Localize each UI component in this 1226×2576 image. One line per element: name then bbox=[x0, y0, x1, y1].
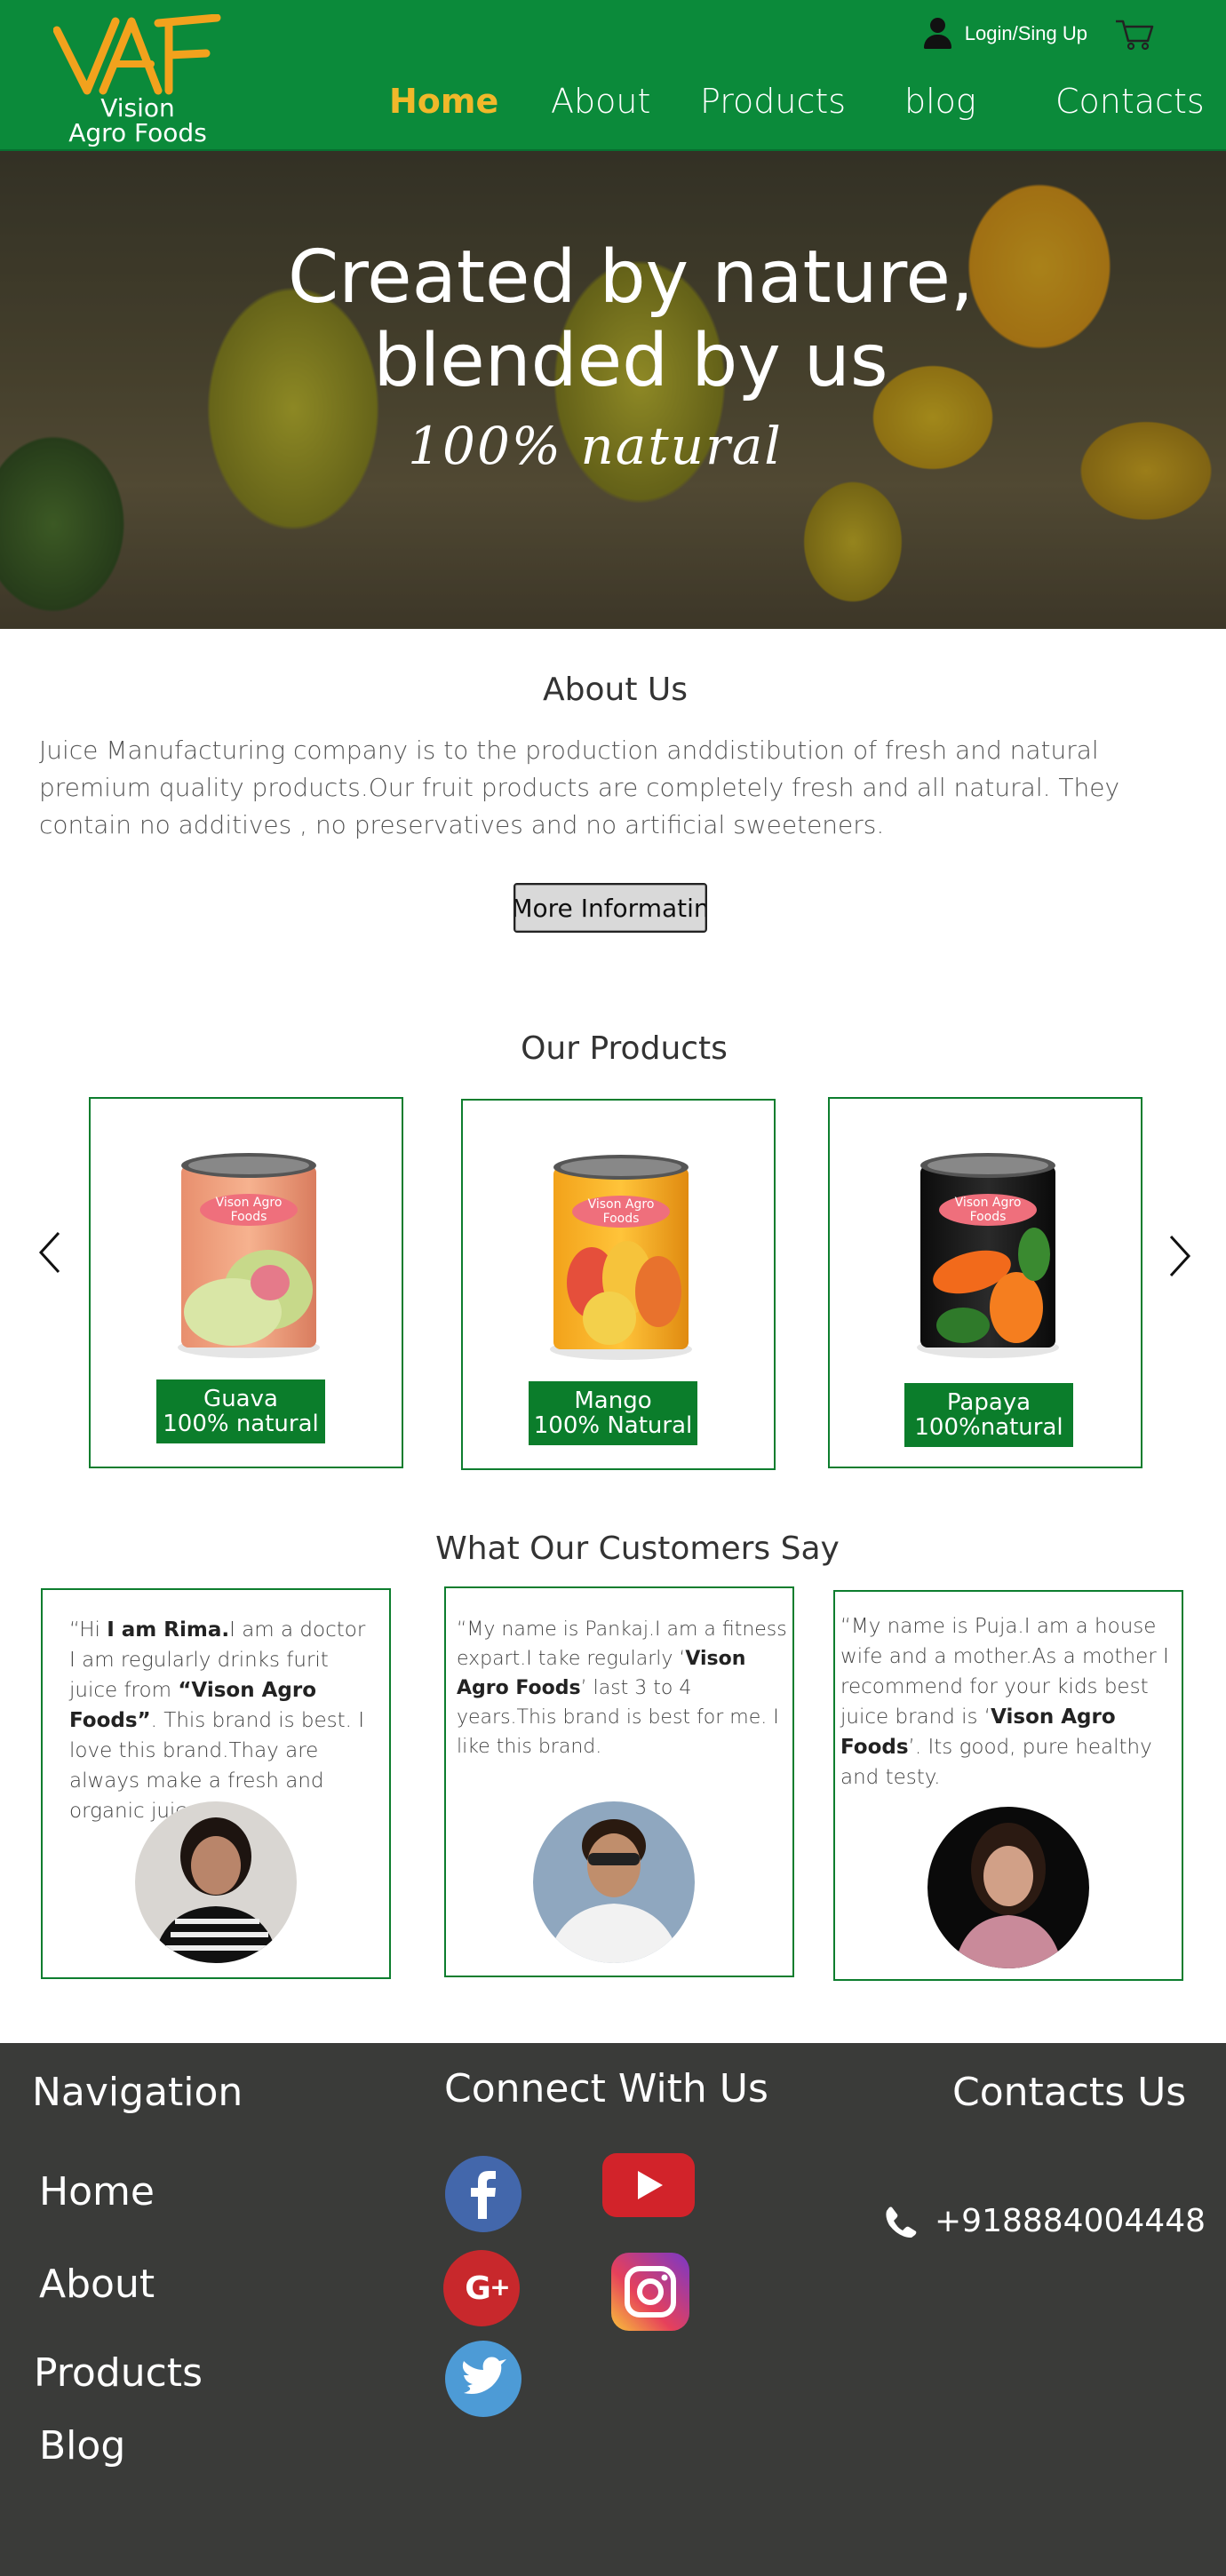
product-name: Papaya bbox=[946, 1389, 1031, 1416]
hero-banner: Created by nature, blended by us 100% na… bbox=[0, 151, 1226, 629]
product-label: Guava 100% natural bbox=[156, 1379, 325, 1443]
testimonial-text: “Hi I am Rima.I am a doctor I am regular… bbox=[69, 1615, 371, 1826]
testimonial-text: “My name is Pankaj.I am a fitness expart… bbox=[457, 1615, 787, 1761]
nav-about[interactable]: About bbox=[551, 82, 650, 121]
google-plus-icon[interactable]: G + bbox=[442, 2249, 521, 2327]
site-footer: Navigation Home About Products Blog Conn… bbox=[0, 2043, 1226, 2576]
logo-mark-icon bbox=[52, 13, 221, 95]
main-nav: Home About Products blog Contacts bbox=[355, 82, 1208, 131]
product-tagline: 100% Natural bbox=[533, 1412, 693, 1439]
nav-products[interactable]: Products bbox=[700, 82, 846, 121]
logo-text-line2: Agro Foods bbox=[68, 118, 207, 147]
can-label-line1: Vison Agro bbox=[216, 1196, 283, 1210]
footer-contacts-title: Contacts Us bbox=[952, 2070, 1187, 2115]
product-label: Mango 100% Natural bbox=[529, 1381, 697, 1445]
product-name: Guava bbox=[203, 1386, 278, 1412]
mango-can-image: Vison Agro Foods bbox=[550, 1155, 692, 1360]
product-card-papaya[interactable]: Vison Agro Foods Papaya 100%natural bbox=[828, 1097, 1142, 1468]
customer-avatar-pankaj bbox=[533, 1801, 695, 1963]
more-information-button[interactable]: More Informatin bbox=[513, 883, 707, 933]
twitter-icon[interactable] bbox=[444, 2340, 522, 2418]
testimonials-title: What Our Customers Say bbox=[435, 1530, 840, 1567]
testimonial-card-rima: “Hi I am Rima.I am a doctor I am regular… bbox=[41, 1588, 391, 1979]
papaya-can-image: Vison Agro Foods bbox=[917, 1153, 1059, 1358]
footer-link-blog[interactable]: Blog bbox=[39, 2423, 125, 2469]
chevron-left-icon[interactable] bbox=[32, 1226, 68, 1279]
contact-phone[interactable]: +918884004448 bbox=[883, 2203, 1206, 2239]
hero-title-line1: Created by nature, bbox=[288, 235, 974, 320]
can-label-line2: Foods bbox=[231, 1210, 267, 1224]
svg-text:G: G bbox=[465, 2270, 491, 2307]
testimonial-text-part: “Hi bbox=[69, 1618, 107, 1642]
product-card-mango[interactable]: Vison Agro Foods Mango 100% Natural bbox=[461, 1099, 776, 1470]
testimonial-text-bold: I am Rima. bbox=[107, 1618, 230, 1642]
chevron-right-icon[interactable] bbox=[1162, 1229, 1198, 1283]
can-label-line2: Foods bbox=[603, 1212, 640, 1226]
hero-title: Created by nature, blended by us bbox=[0, 236, 1226, 403]
hero-title-line2: blended by us bbox=[373, 319, 888, 403]
can-label-line1: Vison Agro bbox=[955, 1196, 1022, 1210]
can-label-line1: Vison Agro bbox=[588, 1197, 655, 1212]
hero-subtitle: 100% natural bbox=[408, 416, 783, 476]
logo-text-line1: Vision bbox=[100, 93, 175, 123]
site-header: Vision Agro Foods Login/Sing Up Home Abo… bbox=[0, 0, 1226, 151]
instagram-icon[interactable] bbox=[611, 2253, 689, 2331]
logo-text: Vision Agro Foods bbox=[53, 96, 222, 146]
footer-link-products[interactable]: Products bbox=[34, 2350, 203, 2396]
nav-contacts[interactable]: Contacts bbox=[1055, 82, 1205, 121]
product-tagline: 100% natural bbox=[163, 1411, 319, 1437]
about-title: About Us bbox=[543, 672, 688, 708]
product-card-guava[interactable]: Vison Agro Foods Guava 100% natural bbox=[89, 1097, 403, 1468]
footer-navigation-title: Navigation bbox=[32, 2070, 243, 2115]
shopping-cart-icon[interactable] bbox=[1114, 16, 1155, 52]
product-tagline: 100%natural bbox=[914, 1414, 1063, 1441]
account-bar: Login/Sing Up bbox=[922, 16, 1155, 52]
product-name: Mango bbox=[574, 1387, 652, 1414]
products-title: Our Products bbox=[521, 1030, 728, 1067]
user-icon[interactable] bbox=[922, 16, 952, 52]
testimonial-text: “My name is Puja.I am a house wife and a… bbox=[840, 1611, 1178, 1793]
customer-avatar-puja bbox=[927, 1807, 1089, 1968]
logo[interactable]: Vision Agro Foods bbox=[52, 13, 231, 147]
testimonial-card-puja: “My name is Puja.I am a house wife and a… bbox=[833, 1590, 1183, 1981]
login-signup-link[interactable]: Login/Sing Up bbox=[965, 22, 1087, 45]
footer-connect-title: Connect With Us bbox=[444, 2066, 768, 2111]
can-label-line2: Foods bbox=[970, 1210, 1007, 1224]
footer-link-home[interactable]: Home bbox=[39, 2169, 155, 2214]
phone-number: +918884004448 bbox=[935, 2203, 1206, 2239]
svg-text:+: + bbox=[490, 2272, 510, 2302]
customer-avatar-rima bbox=[135, 1801, 297, 1963]
product-label: Papaya 100%natural bbox=[904, 1383, 1073, 1447]
nav-home[interactable]: Home bbox=[389, 82, 498, 121]
testimonial-card-pankaj: “My name is Pankaj.I am a fitness expart… bbox=[444, 1586, 794, 1977]
youtube-icon[interactable] bbox=[602, 2153, 695, 2217]
phone-icon bbox=[886, 2206, 917, 2238]
nav-blog[interactable]: blog bbox=[904, 82, 976, 121]
about-text: Juice Manufacturing company is to the pr… bbox=[39, 735, 1120, 839]
facebook-icon[interactable] bbox=[444, 2155, 522, 2233]
guava-can-image: Vison Agro Foods bbox=[178, 1153, 320, 1358]
footer-link-about[interactable]: About bbox=[39, 2262, 155, 2307]
